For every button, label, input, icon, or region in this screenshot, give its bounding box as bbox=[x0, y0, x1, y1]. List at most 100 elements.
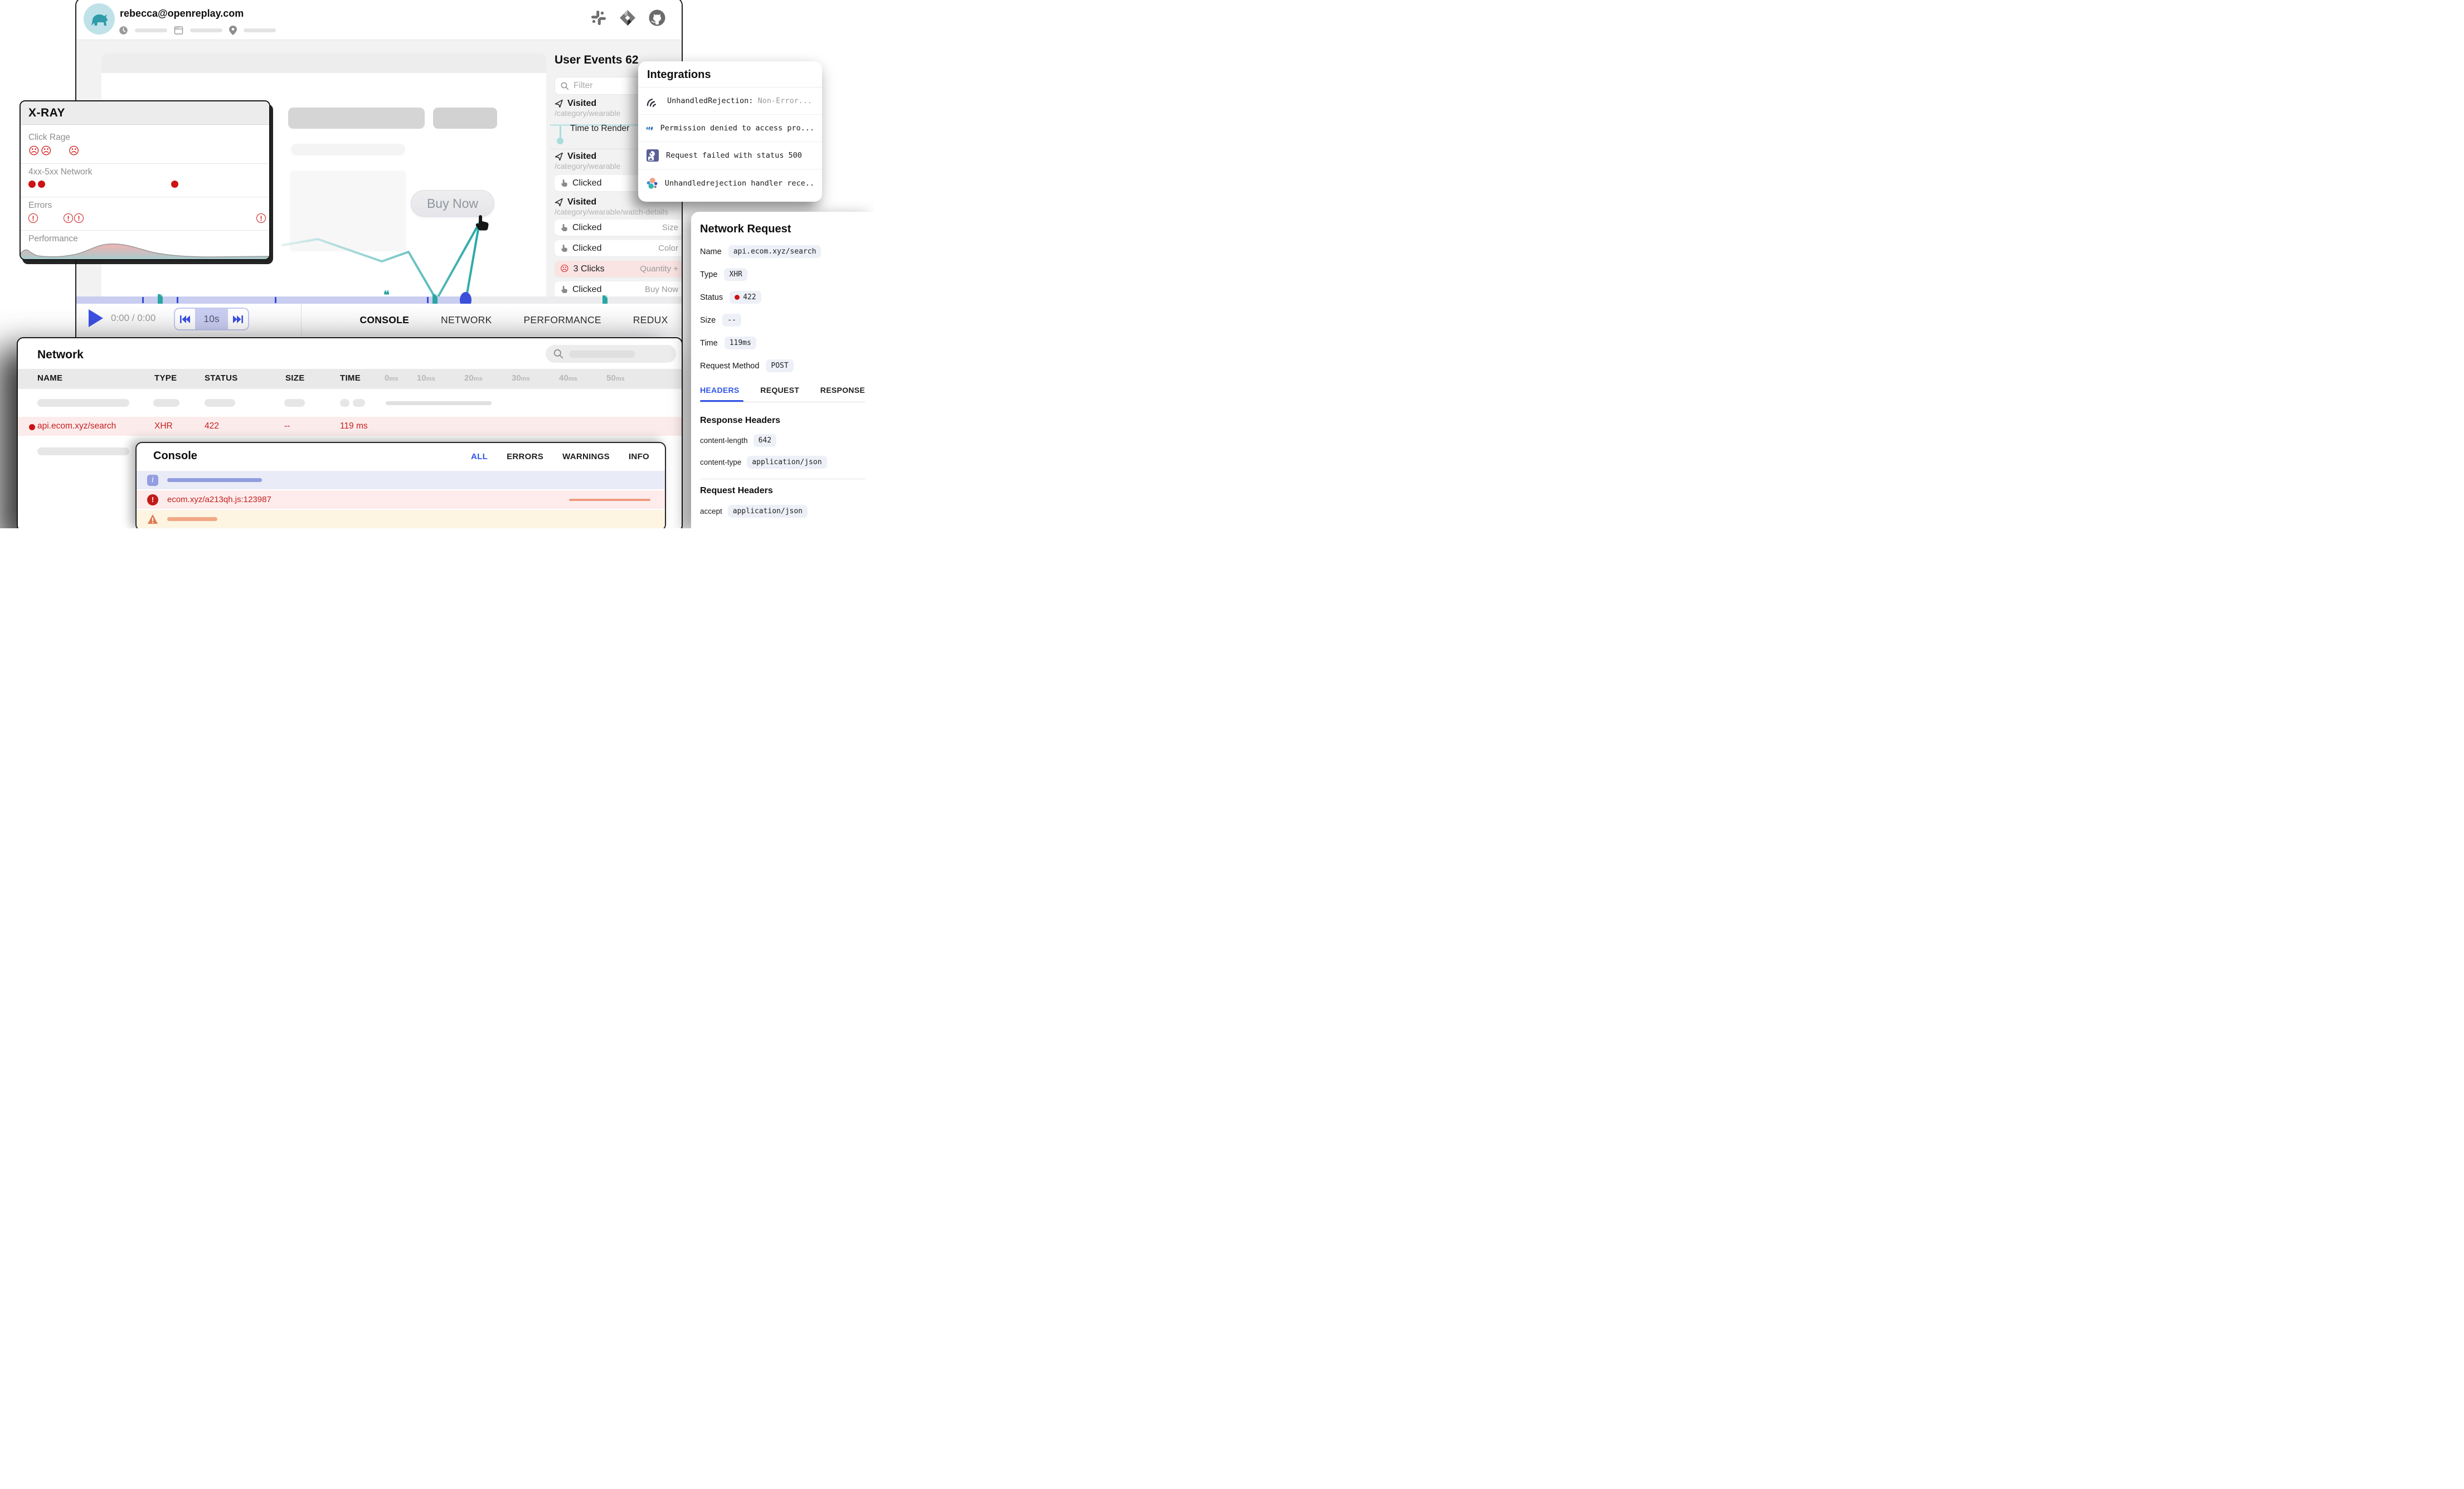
column-name[interactable]: NAME bbox=[37, 373, 62, 383]
column-status[interactable]: STATUS bbox=[205, 373, 238, 383]
skeleton-warning-text bbox=[167, 517, 217, 521]
event-target: Color bbox=[658, 244, 678, 253]
timeline-event-tick[interactable] bbox=[142, 297, 144, 303]
tab-request[interactable]: REQUEST bbox=[760, 386, 799, 395]
timeline-track-played[interactable] bbox=[76, 296, 465, 304]
angry-face-icon[interactable]: ☹ bbox=[28, 146, 40, 157]
error-icon[interactable]: ! bbox=[74, 213, 84, 223]
tab-info[interactable]: INFO bbox=[629, 452, 649, 461]
event-label: Visited bbox=[567, 152, 596, 162]
console-info-row[interactable]: i bbox=[137, 471, 665, 489]
user-events-count: 62 bbox=[625, 53, 638, 66]
skeleton-product-image bbox=[290, 171, 406, 251]
network-table-header: NAME TYPE STATUS SIZE TIME 0ms 10ms 20ms… bbox=[18, 369, 682, 389]
field-status-value[interactable]: 422 bbox=[730, 291, 761, 304]
console-warning-row[interactable] bbox=[137, 510, 665, 528]
integration-item-datadog[interactable]: Request failed with status 500 bbox=[638, 142, 822, 169]
tab-headers[interactable]: HEADERS bbox=[700, 386, 740, 395]
network-error-dot[interactable] bbox=[171, 181, 178, 188]
error-icon[interactable]: ! bbox=[256, 213, 266, 223]
skeleton-block bbox=[433, 108, 497, 129]
event-label: Visited bbox=[567, 197, 596, 207]
network-row-error[interactable]: api.ecom.xyz/search XHR 422 -- 119 ms bbox=[18, 417, 682, 436]
field-type-value[interactable]: XHR bbox=[724, 268, 747, 281]
field-name-value[interactable]: api.ecom.xyz/search bbox=[728, 245, 822, 258]
timeline-event-tick[interactable] bbox=[427, 297, 429, 303]
network-request-panel: Network Request Name api.ecom.xyz/search… bbox=[691, 212, 874, 528]
request-headers-title: Request Headers bbox=[700, 486, 773, 496]
accept-value[interactable]: application/json bbox=[728, 505, 808, 518]
buy-now-label: Buy Now bbox=[427, 196, 478, 211]
event-target: Quantity + bbox=[640, 264, 678, 274]
network-search-input[interactable] bbox=[546, 345, 676, 363]
network-row-skeleton[interactable] bbox=[18, 393, 682, 412]
github-icon[interactable] bbox=[648, 9, 666, 27]
request-name: api.ecom.xyz/search bbox=[37, 421, 116, 431]
openreplay-session-overview: rebecca@openreplay.com bbox=[0, 0, 874, 528]
console-error-row[interactable]: ! ecom.xyz/a213qh.js:123987 bbox=[137, 490, 665, 509]
pointer-cursor-icon bbox=[473, 214, 490, 232]
angry-face-icon[interactable]: ☹ bbox=[69, 146, 80, 157]
play-button[interactable] bbox=[89, 309, 103, 327]
timeline-event-tick[interactable] bbox=[177, 297, 178, 303]
column-size[interactable]: SIZE bbox=[285, 373, 305, 383]
timeline-event-tick[interactable] bbox=[275, 297, 276, 303]
event-visited-2[interactable]: Visited /category/wearable bbox=[555, 152, 620, 171]
event-visited-1[interactable]: Visited /category/wearable bbox=[555, 99, 620, 118]
warning-icon bbox=[147, 514, 158, 524]
network-error-dot[interactable] bbox=[28, 181, 36, 188]
tab-errors[interactable]: ERRORS bbox=[507, 452, 543, 461]
column-time[interactable]: TIME bbox=[340, 373, 361, 383]
performance-area-chart bbox=[21, 239, 269, 260]
field-time-value[interactable]: 119ms bbox=[725, 337, 756, 349]
tab-console[interactable]: CONSOLE bbox=[359, 314, 409, 326]
tab-network[interactable]: NETWORK bbox=[441, 314, 492, 326]
skip-forward-button[interactable] bbox=[228, 309, 248, 329]
content-length-value[interactable]: 642 bbox=[754, 434, 776, 447]
navigate-icon bbox=[555, 99, 563, 108]
integration-item-elastic[interactable]: Unhandledrejection handler rece.. bbox=[638, 169, 822, 197]
integration-item-permission[interactable]: Permission denied to access pro... bbox=[638, 115, 822, 142]
field-size-value[interactable]: -- bbox=[722, 314, 741, 327]
tab-warnings[interactable]: WARNINGS bbox=[562, 452, 610, 461]
angry-face-icon[interactable]: ☹ bbox=[41, 146, 52, 157]
tab-response[interactable]: RESPONSE bbox=[820, 386, 865, 395]
event-time-to-render[interactable]: Time to Render bbox=[570, 124, 629, 134]
column-type[interactable]: TYPE bbox=[154, 373, 177, 383]
controls-divider bbox=[301, 304, 302, 336]
scale-50ms: 50ms bbox=[606, 373, 625, 383]
event-clicked-size-card[interactable]: Clicked Size bbox=[555, 220, 683, 236]
header-content-type: content-type application/json bbox=[700, 456, 827, 469]
timeline-track-remaining[interactable] bbox=[465, 296, 683, 304]
event-clicked-buynow-card[interactable]: Clicked Buy Now bbox=[555, 281, 683, 298]
integration-item-sentry[interactable]: UnhandledRejection: Non-Error... bbox=[638, 87, 822, 115]
tab-performance[interactable]: PERFORMANCE bbox=[523, 314, 601, 326]
error-icon[interactable]: ! bbox=[28, 213, 38, 223]
skip-amount[interactable]: 10s bbox=[195, 309, 228, 329]
field-request-method: Request Method POST bbox=[700, 359, 794, 372]
header-content-length: content-length 642 bbox=[700, 434, 776, 447]
request-time: 119 ms bbox=[340, 421, 368, 431]
info-icon: i bbox=[147, 475, 158, 486]
tab-redux[interactable]: REDUX bbox=[633, 314, 668, 326]
content-type-value[interactable]: application/json bbox=[747, 456, 827, 469]
browser-icon bbox=[174, 26, 183, 35]
playback-time: 0:00 / 0:00 bbox=[111, 313, 155, 324]
network-error-dot[interactable] bbox=[38, 181, 45, 188]
field-method-value[interactable]: POST bbox=[766, 359, 793, 372]
timeline-quote-marker: ❝ bbox=[383, 288, 390, 301]
console-error-text: ecom.xyz/a213qh.js:123987 bbox=[167, 495, 271, 504]
navigate-icon bbox=[555, 152, 563, 161]
xray-window: X-RAY Click Rage ☹ ☹ ☹ 4xx-5xx Network E… bbox=[20, 100, 270, 260]
error-icon[interactable]: ! bbox=[64, 213, 73, 223]
skip-back-button[interactable] bbox=[175, 309, 195, 329]
render-marker-dot bbox=[557, 138, 563, 144]
xray-errors-row: ! ! ! ! bbox=[28, 213, 266, 223]
slack-icon[interactable] bbox=[590, 9, 607, 26]
xray-network-label: 4xx-5xx Network bbox=[28, 167, 93, 177]
jira-icon[interactable] bbox=[619, 9, 636, 26]
event-rage-clicks-card[interactable]: ☹ 3 Clicks Quantity + bbox=[555, 261, 683, 277]
tab-all[interactable]: ALL bbox=[471, 452, 488, 461]
event-clicked-color-card[interactable]: Clicked Color bbox=[555, 240, 683, 256]
buy-now-button[interactable]: Buy Now bbox=[411, 190, 494, 217]
